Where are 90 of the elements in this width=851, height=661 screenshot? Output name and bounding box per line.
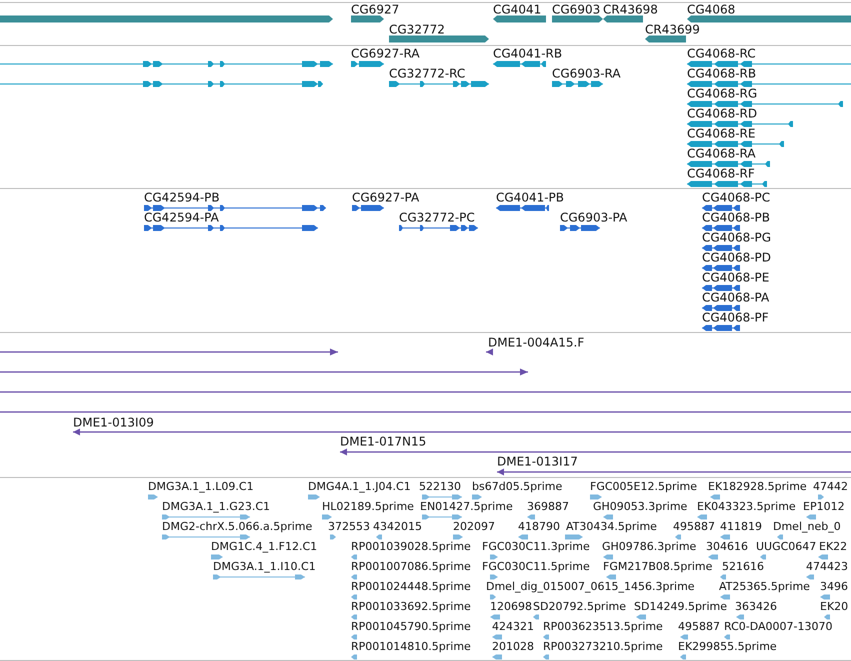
feature-label: 304616	[706, 540, 748, 553]
feature-label: HL02189.5prime	[322, 500, 414, 513]
feature-label: 47442	[813, 480, 848, 493]
feature-label: CG6903	[552, 2, 600, 16]
feature-label: CG4068-PA	[702, 290, 770, 304]
feature-label: CG32772-RC	[389, 66, 466, 80]
feature-label: CG4068-PB	[702, 210, 770, 224]
feature-label: 120698	[490, 600, 532, 613]
feature-label: CG32772-PC	[399, 210, 475, 224]
feature-label: 495887	[673, 520, 715, 533]
feature-label: UUGC0647	[756, 540, 816, 553]
feature-label: CG4068-RB	[687, 66, 756, 80]
feature-label: 521616	[722, 560, 764, 573]
feature-label: CG4068	[687, 2, 736, 16]
feature-label: CR43699	[645, 22, 700, 36]
feature-label: RP001014810.5prime	[351, 640, 471, 653]
feature-label: CG42594-PB	[144, 190, 220, 204]
feature-label: 474423	[806, 560, 848, 573]
feature-label: 522130	[419, 480, 461, 493]
feature-label: CG4041	[493, 2, 542, 16]
feature-label: 372553	[328, 520, 370, 533]
feature-label: CG4068-RA	[687, 146, 756, 160]
feature-label: 4342015	[373, 520, 422, 533]
feature-label: CG4068-RD	[687, 106, 758, 120]
feature-label: CG4041-RB	[493, 46, 562, 60]
feature-label: bs67d05.5prime	[472, 480, 562, 493]
feature-label: CR43698	[603, 2, 658, 16]
feature-label: SD14249.5prime	[634, 600, 727, 613]
feature-label: CG6903-PA	[560, 210, 628, 224]
feature-label: CG4068-PC	[702, 190, 770, 204]
feature-label: 201028	[492, 640, 534, 653]
feature-label: FGC005E12.5prime	[590, 480, 698, 493]
feature-label: Dmel_neb_0	[773, 520, 841, 533]
feature-label: 418790	[518, 520, 560, 533]
feature-label: EK20	[820, 600, 848, 613]
feature-label: DME1-004A15.F	[488, 336, 584, 350]
feature-label: CG4041-PB	[496, 190, 564, 204]
feature-label: EK043323.5prime	[697, 500, 796, 513]
feature-label: DMG3A.1_1.I10.C1	[213, 560, 316, 573]
feature-label: 363426	[735, 600, 777, 613]
feature-label: DME1-013I17	[497, 454, 578, 468]
feature-label: CG4068-RE	[687, 126, 756, 140]
feature-label: FGC030C11.5prime	[482, 560, 590, 573]
feature-label: CG6927	[351, 2, 400, 16]
feature-label: Dmel_dig_015007_0615_1456.3prime	[486, 580, 695, 593]
feature-label: CG4068-PD	[702, 250, 772, 264]
feature-label: DMG2-chrX.5.066.a.5prime	[162, 520, 312, 533]
feature-label: DME1-017N15	[340, 434, 426, 448]
feature-label: RP001033692.5prime	[351, 600, 471, 613]
feature-label: 424321	[492, 620, 534, 633]
feature-label: GH09786.3prime	[602, 540, 696, 553]
feature-label: RP001007086.5prime	[351, 560, 471, 573]
feature-label: DMG3A.1_1.G23.C1	[162, 500, 270, 513]
feature-label: 3496	[820, 580, 848, 593]
feature-label: FGC030C11.3prime	[482, 540, 590, 553]
feature-label: CG4068-PE	[702, 270, 770, 284]
feature-label: DMG4A.1_1.J04.C1	[308, 480, 411, 493]
feature-label: 495887	[678, 620, 720, 633]
feature-label: DMG3A.1_1.L09.C1	[148, 480, 254, 493]
feature-label: EP1012	[803, 500, 845, 513]
feature-label: EK22	[819, 540, 848, 553]
feature-label: GH09053.3prime	[593, 500, 688, 513]
feature-label: RP003273210.5prime	[543, 640, 663, 653]
feature-label: CG4068-RF	[687, 166, 755, 180]
feature-label: CG4068-RC	[687, 46, 756, 60]
feature-label: DME1-013I09	[73, 416, 154, 430]
feature-label: CG6927-RA	[351, 46, 420, 60]
feature-label: EN01427.5prime	[420, 500, 513, 513]
feature-label: SD20792.5prime	[533, 600, 626, 613]
feature-label: EK182928.5prime	[708, 480, 807, 493]
feature-label: RC0-DA0007-13070	[724, 620, 833, 633]
feature-label: CG6927-PA	[352, 190, 420, 204]
feature-label: CG4068-PG	[702, 230, 772, 244]
feature-label: AT25365.5prime	[719, 580, 810, 593]
feature-label: 411819	[720, 520, 762, 533]
feature-label: CG32772	[389, 22, 445, 36]
feature-label: RP001024448.5prime	[351, 580, 471, 593]
feature-label: DMG1C.4_1.F12.C1	[211, 540, 318, 553]
feature-label: 369887	[527, 500, 569, 513]
feature-label: CG6903-RA	[552, 66, 621, 80]
feature-label: 202097	[453, 520, 495, 533]
feature-label: RP003623513.5prime	[543, 620, 663, 633]
feature-label: CG4068-PF	[702, 310, 769, 324]
feature-label: RP001039028.5prime	[351, 540, 471, 553]
feature-label: CG4068-RG	[687, 86, 758, 100]
feature-label: EK299855.5prime	[678, 640, 777, 653]
feature-label: AT30434.5prime	[566, 520, 657, 533]
feature-label: RP001045790.5prime	[351, 620, 471, 633]
feature-label: CG42594-PA	[144, 210, 219, 224]
feature-label: FGM217B08.5prime	[603, 560, 712, 573]
